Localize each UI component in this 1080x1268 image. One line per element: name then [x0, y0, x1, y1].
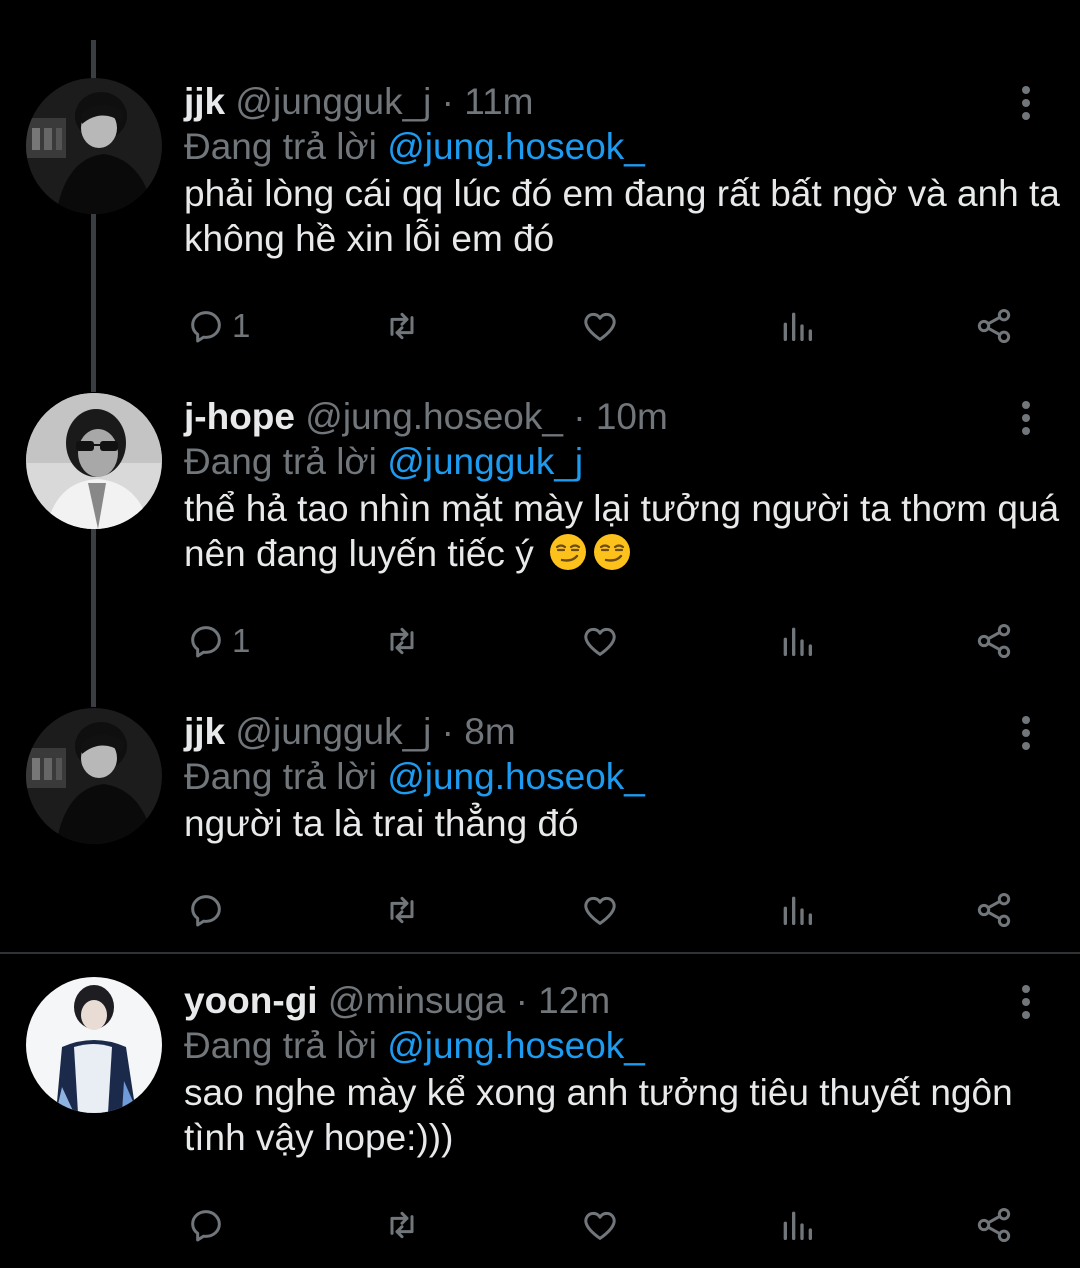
tweet-text: thể hả tao nhìn mặt mày lại tưởng người … — [184, 486, 1064, 576]
share-button[interactable] — [974, 1203, 1014, 1247]
action-bar: 1 — [0, 619, 1080, 663]
like-button[interactable] — [580, 619, 620, 663]
mention-link[interactable]: @jung.hoseok_ — [387, 126, 645, 167]
tweet-header: jjk @jungguk_j · 8m — [184, 710, 516, 754]
replying-prefix: Đang trả lời — [184, 441, 377, 482]
retweet-icon — [390, 627, 414, 655]
more-options-icon[interactable] — [1018, 983, 1034, 1021]
analytics-icon — [783, 312, 812, 341]
user-handle[interactable]: @jung.hoseok_ — [305, 396, 563, 437]
replying-to: Đang trả lời @jung.hoseok_ — [184, 1024, 645, 1068]
heart-icon — [584, 896, 616, 925]
share-icon — [977, 893, 1011, 927]
action-bar — [0, 888, 1080, 932]
heart-icon — [584, 312, 616, 341]
like-button[interactable] — [580, 888, 620, 932]
tweet-text: người ta là trai thẳng đó — [184, 803, 579, 844]
avatar[interactable] — [26, 393, 162, 529]
user-handle[interactable]: @minsuga — [328, 980, 505, 1021]
replying-prefix: Đang trả lời — [184, 1025, 377, 1066]
tweet-header: j-hope @jung.hoseok_ · 10m — [184, 395, 668, 439]
tweet[interactable]: jjk @jungguk_j · 8m Đang trả lời @jung.h… — [0, 708, 1080, 953]
share-icon — [977, 1208, 1011, 1242]
reply-button[interactable] — [186, 1203, 232, 1247]
avatar[interactable] — [26, 708, 162, 844]
thread-separator — [0, 952, 1080, 954]
share-button[interactable] — [974, 619, 1014, 663]
retweet-button[interactable] — [382, 1203, 422, 1247]
reply-icon — [191, 311, 221, 343]
replying-to: Đang trả lời @jung.hoseok_ — [184, 125, 645, 169]
share-button[interactable] — [974, 888, 1014, 932]
analytics-icon — [783, 1211, 812, 1240]
heart-icon — [584, 1211, 616, 1240]
reply-count: 1 — [232, 622, 251, 659]
replying-prefix: Đang trả lời — [184, 126, 377, 167]
replying-to: Đang trả lời @jung.hoseok_ — [184, 755, 645, 799]
tweet-text: phải lòng cái qq lúc đó em đang rất bất … — [184, 173, 1060, 259]
user-handle[interactable]: @jungguk_j — [235, 81, 431, 122]
display-name[interactable]: yoon-gi — [184, 980, 318, 1021]
display-name[interactable]: j-hope — [184, 396, 295, 437]
timestamp[interactable]: · 11m — [442, 81, 534, 122]
reply-button[interactable] — [186, 888, 232, 932]
retweet-button[interactable] — [382, 619, 422, 663]
timestamp[interactable]: · 12m — [516, 980, 611, 1021]
replying-prefix: Đang trả lời — [184, 756, 377, 797]
smirking-face-emoji — [593, 534, 630, 570]
smirking-face-emoji — [549, 534, 586, 570]
share-icon — [977, 309, 1011, 343]
display-name[interactable]: jjk — [184, 81, 225, 122]
like-button[interactable] — [580, 1203, 620, 1247]
tweet[interactable]: j-hope @jung.hoseok_ · 10m Đang trả lời … — [0, 393, 1080, 673]
timestamp[interactable]: · 10m — [573, 396, 668, 437]
reply-icon — [191, 895, 221, 927]
tweet[interactable]: jjk @jungguk_j · 11m Đang trả lời @jung.… — [0, 78, 1080, 358]
views-button[interactable] — [777, 304, 817, 348]
like-button[interactable] — [580, 304, 620, 348]
mention-link[interactable]: @jung.hoseok_ — [387, 1025, 645, 1066]
views-button[interactable] — [777, 1203, 817, 1247]
analytics-icon — [783, 627, 812, 656]
reply-icon — [191, 626, 221, 658]
more-options-icon[interactable] — [1018, 399, 1034, 437]
user-handle[interactable]: @jungguk_j — [235, 711, 431, 752]
action-bar: 1 — [0, 304, 1080, 348]
avatar[interactable] — [26, 977, 162, 1113]
reply-button[interactable]: 1 — [186, 304, 250, 348]
mention-link[interactable]: @jungguk_j — [387, 441, 583, 482]
more-options-icon[interactable] — [1018, 84, 1034, 122]
retweet-icon — [390, 312, 414, 340]
analytics-icon — [783, 896, 812, 925]
action-bar — [0, 1203, 1080, 1247]
tweet-header: jjk @jungguk_j · 11m — [184, 80, 534, 124]
views-button[interactable] — [777, 619, 817, 663]
reply-button[interactable]: 1 — [186, 619, 250, 663]
mention-link[interactable]: @jung.hoseok_ — [387, 756, 645, 797]
share-button[interactable] — [974, 304, 1014, 348]
retweet-button[interactable] — [382, 304, 422, 348]
display-name[interactable]: jjk — [184, 711, 225, 752]
retweet-icon — [390, 896, 414, 924]
tweet-text: sao nghe mày kể xong anh tưởng tiêu thuy… — [184, 1072, 1013, 1158]
reply-icon — [191, 1210, 221, 1242]
more-options-icon[interactable] — [1018, 714, 1034, 752]
retweet-button[interactable] — [382, 888, 422, 932]
reply-count: 1 — [232, 307, 251, 344]
views-button[interactable] — [777, 888, 817, 932]
retweet-icon — [390, 1211, 414, 1239]
heart-icon — [584, 627, 616, 656]
tweet[interactable]: yoon-gi @minsuga · 12m Đang trả lời @jun… — [0, 977, 1080, 1268]
share-icon — [977, 624, 1011, 658]
timestamp[interactable]: · 8m — [442, 711, 516, 752]
avatar[interactable] — [26, 78, 162, 214]
replying-to: Đang trả lời @jungguk_j — [184, 440, 583, 484]
tweet-header: yoon-gi @minsuga · 12m — [184, 979, 610, 1023]
